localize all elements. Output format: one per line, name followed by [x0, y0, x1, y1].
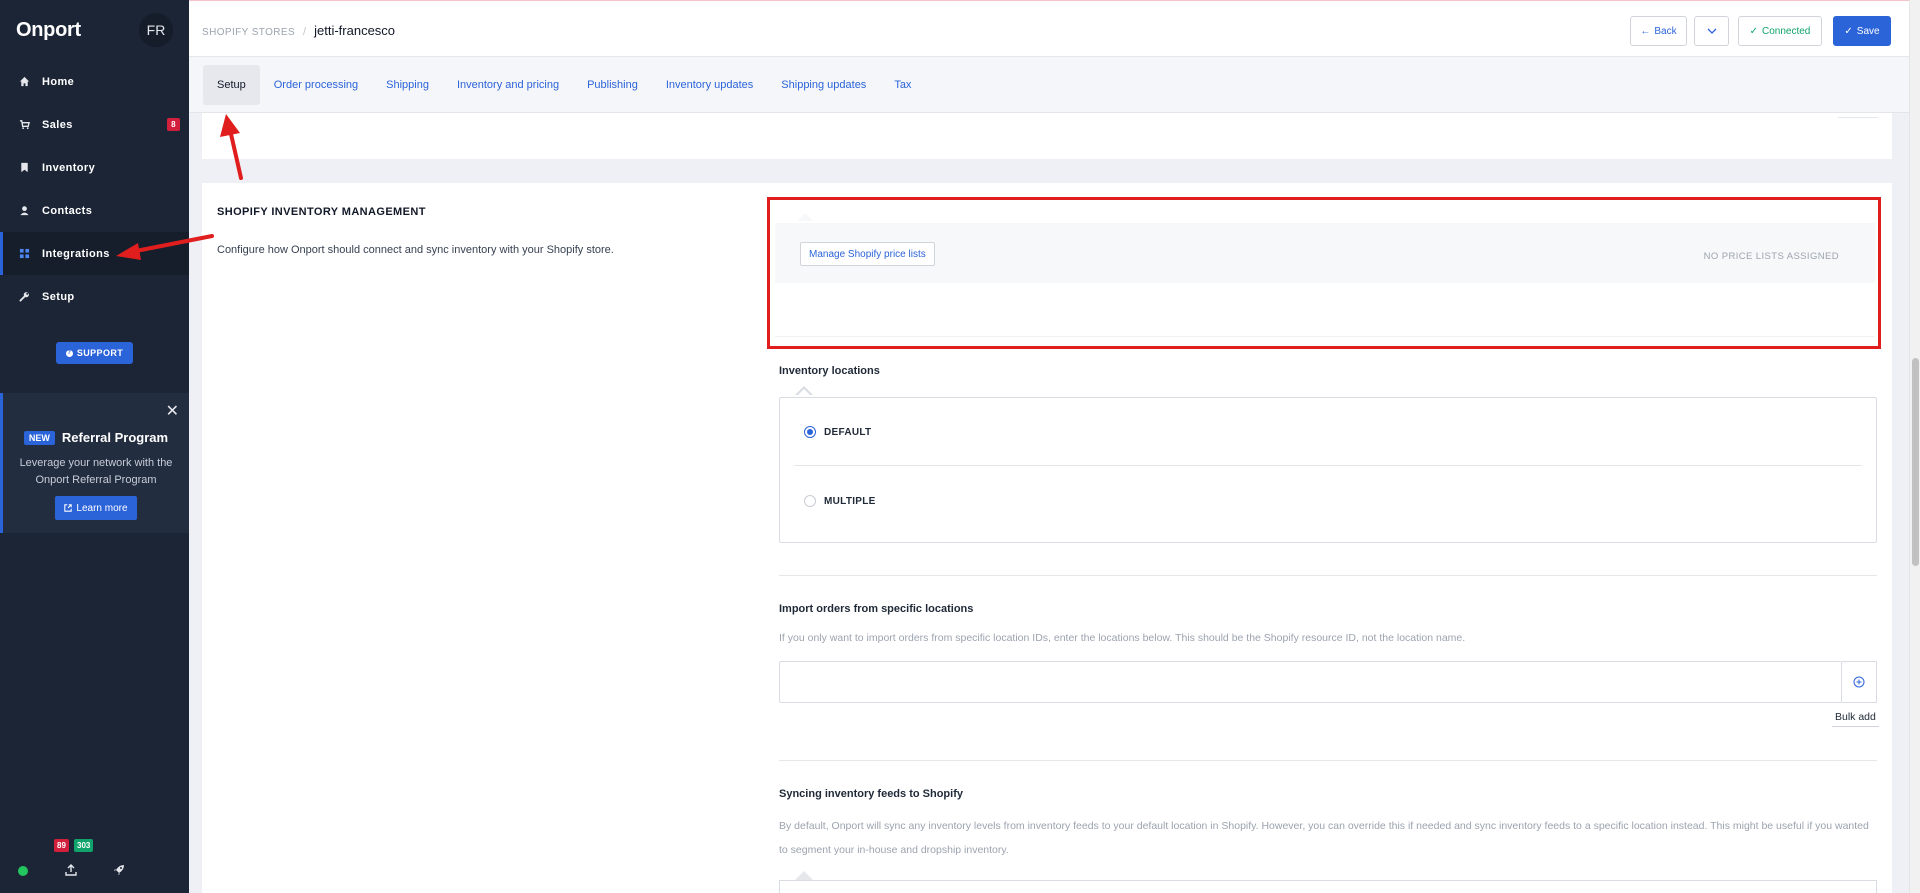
- previous-section-card: [202, 113, 1892, 159]
- referral-text: Leverage your network with the Onport Re…: [19, 457, 173, 486]
- section-title: SHOPIFY INVENTORY MANAGEMENT: [217, 206, 426, 218]
- divider: [794, 465, 1862, 466]
- page-header: SHOPIFY STORES / jetti-francesco ← Back …: [189, 0, 1909, 57]
- external-link-icon: [64, 504, 73, 512]
- add-location-button[interactable]: [1842, 661, 1877, 703]
- logo[interactable]: Onport: [16, 19, 81, 42]
- import-orders-description: If you only want to import orders from s…: [779, 632, 1466, 644]
- upload-icon[interactable]: [64, 863, 78, 877]
- rocket-icon[interactable]: [112, 863, 126, 877]
- save-label: Save: [1856, 25, 1880, 37]
- scrollbar[interactable]: [1909, 0, 1920, 893]
- notification-badge-red: 89: [54, 839, 69, 852]
- option-multiple-label: MULTIPLE: [824, 495, 876, 507]
- back-label: Back: [1654, 25, 1677, 37]
- notification-badge-green: 303: [74, 839, 94, 852]
- sync-feeds-description: By default, Onport will sync any invento…: [779, 820, 1869, 856]
- status-dot-icon[interactable]: [18, 866, 28, 876]
- sidebar-item-label: Setup: [42, 290, 75, 303]
- learn-more-label: Learn more: [76, 502, 128, 514]
- inventory-locations-options: DEFAULT MULTIPLE: [779, 397, 1877, 543]
- connected-label: Connected: [1762, 25, 1811, 37]
- arrow-left-icon: ←: [1640, 25, 1651, 37]
- sync-feeds-title: Syncing inventory feeds to Shopify: [779, 788, 963, 800]
- bulk-add-button[interactable]: Bulk add: [1832, 711, 1879, 727]
- sidebar-item-label: Inventory: [42, 161, 96, 174]
- tab-tax[interactable]: Tax: [880, 65, 925, 105]
- annotation-highlight-box: [767, 197, 1881, 349]
- tab-order-processing[interactable]: Order processing: [260, 65, 372, 105]
- wrench-icon: [19, 291, 30, 302]
- sidebar-header: Onport FR: [0, 0, 189, 60]
- pointer-triangle: [795, 871, 813, 880]
- inventory-locations-label: Inventory locations: [779, 365, 880, 377]
- learn-more-button[interactable]: Learn more: [55, 496, 137, 520]
- referral-panel: ✕ NEW Referral Program Leverage your net…: [0, 393, 189, 533]
- page-title: jetti-francesco: [314, 23, 396, 38]
- sidebar-item-setup[interactable]: Setup: [0, 275, 189, 318]
- sidebar-item-label: Home: [42, 75, 75, 88]
- back-button[interactable]: ← Back: [1630, 16, 1687, 46]
- tab-shipping-updates[interactable]: Shipping updates: [767, 65, 880, 105]
- support-button[interactable]: ? SUPPORT: [56, 342, 133, 364]
- connected-status-button[interactable]: ✓ Connected: [1738, 16, 1822, 46]
- sidebar-item-home[interactable]: Home: [0, 60, 189, 103]
- sidebar-item-sales[interactable]: Sales 8: [0, 103, 189, 146]
- sidebar-item-integrations[interactable]: Integrations: [0, 232, 189, 275]
- check-icon: ✓: [1749, 25, 1758, 37]
- new-badge: NEW: [23, 430, 55, 445]
- sidebar-item-label: Integrations: [42, 247, 110, 260]
- plus-circle-icon: [1853, 676, 1865, 688]
- import-orders-title: Import orders from specific locations: [779, 603, 974, 615]
- breadcrumb: SHOPIFY STORES / jetti-francesco: [202, 23, 395, 38]
- divider: [779, 575, 1877, 576]
- help-icon: ?: [65, 349, 73, 357]
- sync-feeds-options: [779, 880, 1877, 893]
- avatar[interactable]: FR: [139, 13, 173, 47]
- cart-icon: [19, 119, 30, 130]
- sidebar-item-contacts[interactable]: Contacts: [0, 189, 189, 232]
- referral-heading: NEW Referral Program: [3, 430, 189, 445]
- close-icon[interactable]: ✕: [166, 401, 179, 421]
- pointer-triangle-inner: [797, 389, 811, 396]
- radio-multiple[interactable]: [804, 495, 816, 507]
- user-icon: [19, 205, 30, 216]
- sidebar-item-inventory[interactable]: Inventory: [0, 146, 189, 189]
- option-default[interactable]: DEFAULT: [804, 426, 871, 438]
- sales-count-badge: 8: [167, 118, 180, 131]
- breadcrumb-parent[interactable]: SHOPIFY STORES: [202, 27, 295, 38]
- sidebar-item-label: Sales: [42, 118, 73, 131]
- chevron-down-icon: [1707, 28, 1716, 34]
- save-button[interactable]: ✓ Save: [1833, 16, 1891, 46]
- bookmark-icon: [19, 162, 30, 173]
- option-multiple[interactable]: MULTIPLE: [804, 495, 876, 507]
- scrollbar-thumb[interactable]: [1912, 358, 1919, 566]
- tab-bar: Setup Order processing Shipping Inventor…: [189, 57, 1909, 113]
- sidebar-item-label: Contacts: [42, 204, 93, 217]
- sidebar-nav: Home Sales 8 Inventory Contacts Integrat…: [0, 60, 189, 318]
- grid-icon: [19, 248, 30, 259]
- tab-publishing[interactable]: Publishing: [573, 65, 652, 105]
- check-icon: ✓: [1844, 25, 1853, 37]
- tab-setup[interactable]: Setup: [203, 64, 260, 105]
- divider: [779, 760, 1877, 761]
- home-icon: [19, 76, 30, 87]
- tab-inventory-updates[interactable]: Inventory updates: [652, 65, 767, 105]
- location-id-input[interactable]: [779, 661, 1842, 703]
- more-actions-button[interactable]: [1694, 16, 1729, 46]
- divider: [1838, 113, 1878, 118]
- breadcrumb-separator: /: [303, 26, 307, 38]
- support-label: SUPPORT: [76, 348, 124, 358]
- referral-title: Referral Program: [61, 430, 169, 445]
- section-description: Configure how Onport should connect and …: [217, 244, 614, 256]
- tab-shipping[interactable]: Shipping: [372, 65, 443, 105]
- option-default-label: DEFAULT: [824, 426, 872, 438]
- sidebar-footer: 89 303: [0, 839, 189, 893]
- tab-inventory-and-pricing[interactable]: Inventory and pricing: [443, 65, 573, 105]
- radio-default[interactable]: [804, 426, 816, 438]
- sidebar: Onport FR Home Sales 8 Inventory Contact…: [0, 0, 189, 893]
